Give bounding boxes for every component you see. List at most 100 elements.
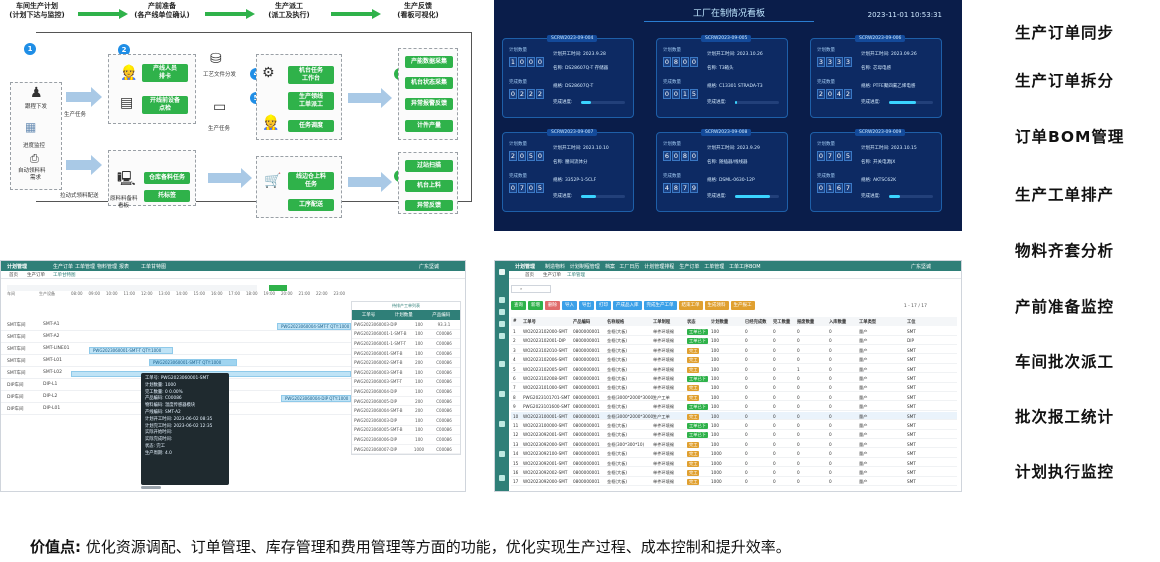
side-table-row[interactable]: PWG2023060003-SMT-B 100 C00086 xyxy=(352,368,460,378)
table-nav-item[interactable]: 工单管理 xyxy=(704,263,724,270)
gantt-bar[interactable]: PWG2023060001-SMT-T QTY:1000 xyxy=(89,347,173,354)
toolbar-button[interactable]: 查询 xyxy=(511,301,526,310)
table-user[interactable]: 广东坚诚 xyxy=(911,263,931,270)
toolbar-button[interactable]: 导入 xyxy=(562,301,577,310)
side-table-row[interactable]: PWG2023060005-DIP 200 C00086 xyxy=(352,397,460,407)
side-table-row[interactable]: PWG2023060003-SMT-T 100 C00086 xyxy=(352,378,460,388)
nav-icon[interactable] xyxy=(499,333,505,339)
table-col-header[interactable]: 计划数量 xyxy=(711,319,728,325)
prep-equipment-button[interactable]: 开线前设备 点检 xyxy=(142,96,188,114)
table-col-header[interactable]: 工位 xyxy=(907,319,916,325)
table-row[interactable]: 17 WO2023092000-SMT 0800000001 金框(大板) 单件环境锡 完… xyxy=(511,477,957,486)
wip-card[interactable]: SCRW2023-09-007 计划数量 2 0 5 0 完成数量 0 7 0 5 计划开工时间: 2… xyxy=(502,129,634,212)
table-nav-item[interactable]: 计划制程管理 xyxy=(570,263,600,270)
side-table-row[interactable]: PWG2023060002-SMT-B 200 C00086 xyxy=(352,358,460,368)
toolbar-button[interactable]: 删除 xyxy=(545,301,560,310)
table-col-header[interactable]: 工单号 xyxy=(523,319,536,325)
gantt-row[interactable]: SMT车间 SMT-A2 xyxy=(1,331,355,343)
table-row[interactable]: 2 WO2023102001-DIP 0800000001 金框(大板) 单件环境锡 工单… xyxy=(511,336,957,345)
table-col-header[interactable]: 入库数量 xyxy=(829,319,846,325)
table-row[interactable]: 11 WO2023100000-SMT 0800000001 金框(大板) 单件环境锡 工… xyxy=(511,421,957,430)
toolbar-button[interactable]: 产成品入库 xyxy=(613,301,642,310)
machine-loading-button[interactable]: 机台上料 xyxy=(405,180,453,192)
table-nav-item[interactable]: 生产订单 xyxy=(679,263,699,270)
gantt-tab-orders[interactable]: 生产订单 xyxy=(27,272,45,278)
table-row[interactable]: 3 WO2023102010-SMT 0800000001 金框(大板) 单件环境锡 完工… xyxy=(511,346,957,355)
table-col-header[interactable]: 工单制程 xyxy=(653,319,670,325)
task-scheduling-button[interactable]: 任务调度 xyxy=(288,120,334,132)
nav-icon[interactable] xyxy=(499,297,505,303)
gantt-nav-gantt[interactable]: 工单甘特图 xyxy=(141,263,166,270)
alarm-feedback-button[interactable]: 异常报警反馈 xyxy=(405,98,453,110)
table-search-input[interactable]: ⌕ xyxy=(511,285,551,293)
table-tab-orders[interactable]: 生产订单 xyxy=(543,272,561,278)
side-table-row[interactable]: PWG2023060004-DIP 100 C00086 xyxy=(352,387,460,397)
table-nav-item[interactable]: 计划管理排程 xyxy=(644,263,674,270)
nav-icon[interactable] xyxy=(499,321,505,327)
gantt-tab-gantt[interactable]: 工单甘特图 xyxy=(53,272,76,278)
prep-staff-button[interactable]: 产线人员 排卡 xyxy=(142,64,188,82)
warehouse-task-button[interactable]: 仓库备料任务 xyxy=(144,172,190,184)
toolbar-button[interactable]: 生成领料 xyxy=(704,301,729,310)
table-col-header[interactable]: # xyxy=(513,319,517,324)
table-col-header[interactable]: 状态 xyxy=(687,319,696,325)
gantt-tab-home[interactable]: 首页 xyxy=(9,272,18,278)
side-table-row[interactable]: PWG2023060001-SMT-B 100 C00086 xyxy=(352,349,460,359)
machine-status-button[interactable]: 机台状态采集 xyxy=(405,77,453,89)
table-col-header[interactable]: 工单类型 xyxy=(859,319,876,325)
nav-icon[interactable] xyxy=(499,361,505,367)
side-table-row[interactable]: PWG2023060003-DIP 100 C00086 xyxy=(352,416,460,426)
toolbar-button[interactable]: 完成生产工单 xyxy=(643,301,677,310)
gantt-bar[interactable]: PWG2023060004-SMT-T QTY:1000 xyxy=(277,323,351,330)
gantt-nav-orders[interactable]: 生产订单 xyxy=(53,263,73,270)
table-tab-home[interactable]: 首页 xyxy=(525,272,534,278)
toolbar-button[interactable]: 新增 xyxy=(528,301,543,310)
table-col-header[interactable]: 完工数量 xyxy=(773,319,790,325)
toolbar-button[interactable]: 打印 xyxy=(596,301,611,310)
nav-icon[interactable] xyxy=(499,475,505,481)
exception-feedback-button[interactable]: 异常反馈 xyxy=(405,200,453,211)
nav-icon[interactable] xyxy=(499,421,505,427)
side-table-row[interactable]: PWG2023060001-1-SMT-T 100 C00086 xyxy=(352,339,460,349)
wip-card[interactable]: SCRW2023-09-008 计划数量 6 0 8 0 完成数量 4 8 7 9 计划开工时间: 2… xyxy=(656,129,788,212)
side-table-row[interactable]: PWG2023060001-1-SMT-B 100 C00086 xyxy=(352,330,460,340)
table-row[interactable]: 5 WO2023102005-SMT 0800000001 金框(大板) 单件环境锡 完工… xyxy=(511,365,957,374)
piece-count-button[interactable]: 计件产量 xyxy=(405,120,453,132)
nav-icon[interactable] xyxy=(499,451,505,457)
wip-card[interactable]: SCRW2023-09-009 计划数量 0 7 0 5 完成数量 0 1 6 7 计划开工时间: 2… xyxy=(810,129,942,212)
table-row[interactable]: 16 WO2023092002-SMT 0800000001 金框(大板) 单件环境锡 完… xyxy=(511,468,957,477)
toolbar-button[interactable]: 导出 xyxy=(579,301,594,310)
table-nav-item[interactable]: 工单工序BOM xyxy=(729,263,761,270)
wip-card[interactable]: SCRW2023-09-006 计划数量 3 3 3 3 完成数量 2 0 4 2 计划开工时间: 2… xyxy=(810,35,942,118)
side-table-row[interactable]: PWG2023060006-DIP 100 C00086 xyxy=(352,435,460,445)
work-order-dispatch-button[interactable]: 生产领线 工单派工 xyxy=(288,92,334,110)
table-row[interactable]: 1 WO2023102000-SMT 0800000001 金框(大板) 单件环境锡 工单… xyxy=(511,327,957,336)
machine-task-button[interactable]: 机台任务 工作台 xyxy=(288,66,334,84)
table-row[interactable]: 13 WO2023092000-SMT 0800000001 金框(300*300*1… xyxy=(511,440,957,449)
table-row[interactable]: 6 WO2023102008-SMT 0800000001 金框(大板) 单件环境锡 工单… xyxy=(511,374,957,383)
gantt-bar[interactable]: PWG2023060001-SMT-T QTY:1000 xyxy=(149,359,237,366)
pallet-label-button[interactable]: 托标签 xyxy=(144,190,190,202)
capacity-data-button[interactable]: 产能数据采集 xyxy=(405,56,453,68)
nav-icon[interactable] xyxy=(499,309,505,315)
line-feed-task-button[interactable]: 线边仓上料 任务 xyxy=(288,172,334,190)
toolbar-button[interactable]: 结束工单 xyxy=(678,301,703,310)
side-table-row[interactable]: PWG2023060005-SMT-B 100 C00086 xyxy=(352,426,460,436)
table-row[interactable]: 9 PWG2023101600-SMT 0800000001 金框(大板) 单件环境锡 工… xyxy=(511,402,957,411)
toolbar-button[interactable]: 生产报工 xyxy=(730,301,755,310)
table-row[interactable]: 10 WO2023100001-SMT 0800000001 金框(3000*2000… xyxy=(511,411,957,421)
side-table-row[interactable]: PWG2023060003-DIP 100 93.3.1 xyxy=(352,320,460,330)
table-col-header[interactable]: 名称规格 xyxy=(607,319,624,325)
gantt-nav-workorders[interactable]: 工单管理 xyxy=(75,263,95,270)
table-row[interactable]: 12 WO2023092001-SMT 0800000001 金框(大板) 单件环境锡 工… xyxy=(511,430,957,439)
table-row[interactable]: 15 WO2023092001-SMT 0800000001 金框(大板) 单件环境锡 完… xyxy=(511,459,957,468)
side-table-row[interactable]: PWG2023060007-DIP 1000 C00086 xyxy=(352,445,460,455)
table-row[interactable]: 7 WO2023101000-SMT 0800000001 金框(大板) 单件环境锡 完工… xyxy=(511,383,957,392)
gantt-nav-material[interactable]: 物料管理 xyxy=(97,263,117,270)
table-nav-item[interactable]: 工厂日历 xyxy=(619,263,639,270)
table-nav-item[interactable]: 制造物料 xyxy=(545,263,565,270)
nav-icon[interactable] xyxy=(499,391,505,397)
wip-card[interactable]: SCRW2023-09-004 计划数量 1 0 0 0 完成数量 0 2 2 2 计划开工时间: 2… xyxy=(502,35,634,118)
gantt-row[interactable]: SMT车间 SMT-LINE01 xyxy=(1,343,355,355)
gantt-bar[interactable]: PWG2023060004-DIP QTY:1000 xyxy=(281,395,351,402)
